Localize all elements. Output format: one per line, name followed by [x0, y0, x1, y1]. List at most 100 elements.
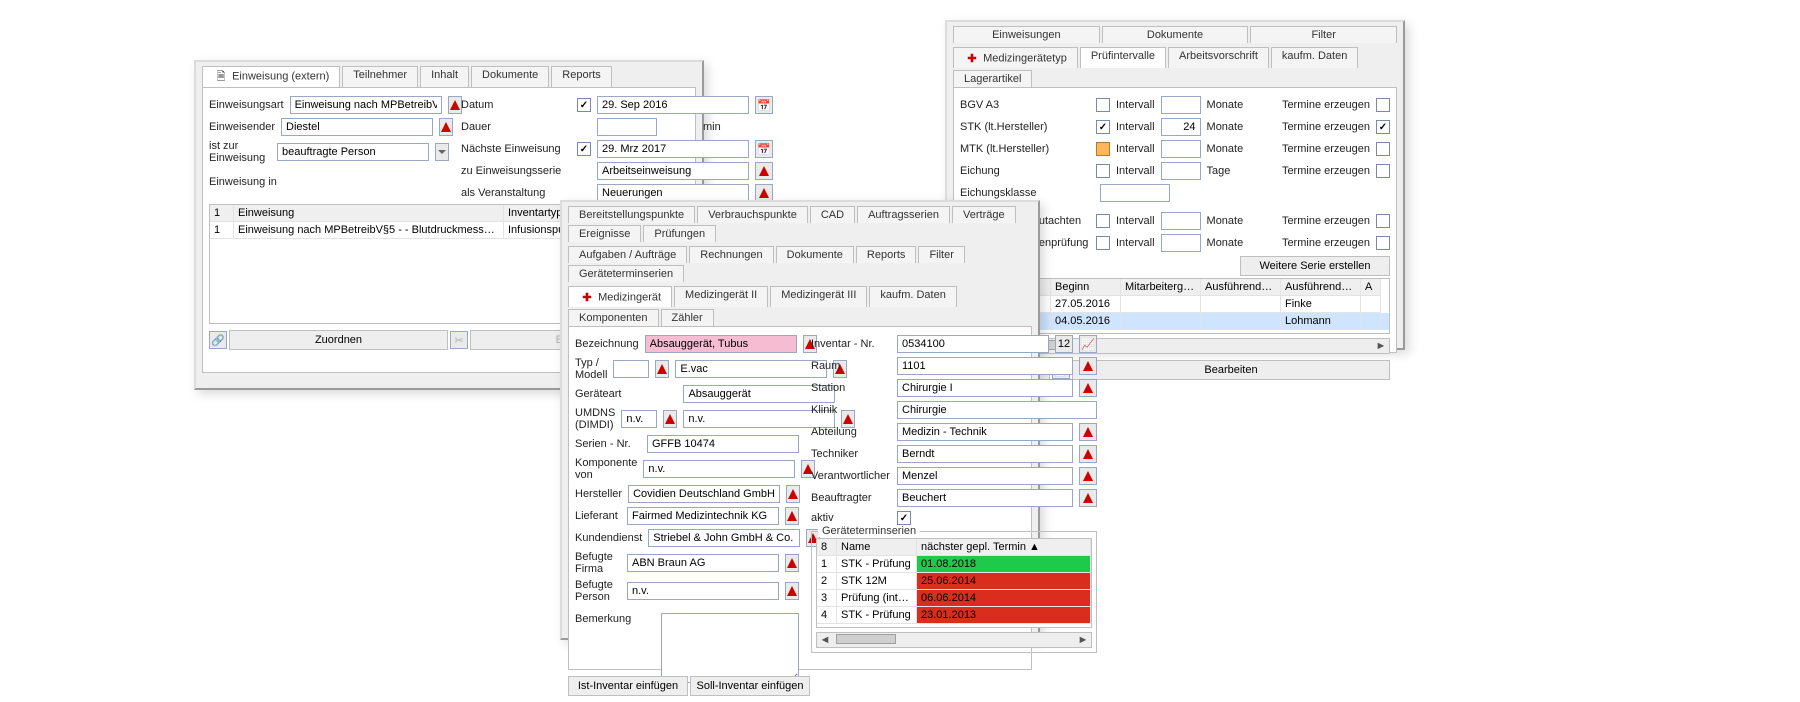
th-term-name[interactable]: Name: [837, 539, 917, 556]
raum-input[interactable]: [897, 357, 1073, 375]
tab-medtyp[interactable]: ✚ Medizingerätetyp: [953, 47, 1078, 68]
table-cell[interactable]: 27.05.2016: [1051, 296, 1121, 313]
klinik-input[interactable]: [897, 401, 1097, 419]
naechste-input[interactable]: [597, 140, 749, 158]
link-icon[interactable]: 🔗: [209, 331, 227, 349]
eichungs klasse-input[interactable]: [1100, 184, 1170, 202]
table-cell[interactable]: 06.06.2014: [917, 590, 1091, 607]
tab-kaufm2[interactable]: kaufm. Daten: [869, 286, 956, 307]
herst-lookup[interactable]: [786, 485, 800, 503]
intervall-input[interactable]: [1161, 140, 1201, 158]
interval-checkbox[interactable]: [1096, 142, 1110, 156]
datum-calendar[interactable]: 📅: [755, 96, 773, 114]
th-idx[interactable]: 1: [210, 205, 234, 222]
abt-input[interactable]: [897, 423, 1073, 441]
verantw-lookup[interactable]: [1079, 467, 1097, 485]
term-checkbox[interactable]: [1376, 164, 1390, 178]
term-checkbox[interactable]: [1376, 142, 1390, 156]
tab-rep-p2[interactable]: Reports: [856, 246, 917, 263]
inv-tag[interactable]: 12: [1055, 335, 1073, 353]
herst-input[interactable]: [628, 485, 780, 503]
umdns-input-1[interactable]: [621, 410, 657, 428]
table-cell[interactable]: Lohmann: [1281, 313, 1361, 330]
tab-filter-p3[interactable]: Filter: [1250, 26, 1397, 43]
table-cell[interactable]: [1201, 296, 1281, 313]
th-col[interactable]: Ausführender …: [1281, 279, 1361, 296]
tab-lager[interactable]: Lagerartikel: [953, 70, 1032, 87]
table-cell[interactable]: [1121, 313, 1201, 330]
table-cell[interactable]: [1121, 296, 1201, 313]
table-cell[interactable]: 01.08.2018: [917, 556, 1091, 573]
zuordnen-button[interactable]: Zuordnen: [229, 330, 448, 350]
tab-doku-p2[interactable]: Dokumente: [776, 246, 854, 263]
term-h-scrollbar[interactable]: ◄ ►: [816, 632, 1092, 648]
th-term-idx[interactable]: 8: [817, 539, 837, 556]
tab-ereignisse[interactable]: Ereignisse: [568, 225, 641, 242]
intervall-input[interactable]: [1161, 162, 1201, 180]
istzur-input[interactable]: [277, 143, 429, 161]
serien-input[interactable]: [647, 435, 799, 453]
tab-med3[interactable]: Medizingerät III: [770, 286, 867, 307]
einweisender-lookup[interactable]: [439, 118, 453, 136]
einweisender-input[interactable]: [281, 118, 433, 136]
term-checkbox[interactable]: [1376, 120, 1390, 134]
inv-action-icon[interactable]: 📈: [1079, 335, 1097, 353]
datum-checkbox[interactable]: [577, 98, 591, 112]
tab-arbeit[interactable]: Arbeitsvorschrift: [1168, 47, 1269, 68]
tab-auftragss[interactable]: Auftragsserien: [857, 206, 950, 223]
beauf-input[interactable]: [897, 489, 1073, 507]
abt-lookup[interactable]: [1079, 423, 1097, 441]
inv-input[interactable]: [897, 335, 1049, 353]
tab-pruef[interactable]: Prüfintervalle: [1080, 47, 1166, 68]
bpers-input[interactable]: [627, 582, 779, 600]
table-cell[interactable]: [1201, 313, 1281, 330]
scroll-thumb[interactable]: [836, 634, 896, 644]
station-input[interactable]: [897, 379, 1073, 397]
datum-input[interactable]: [597, 96, 749, 114]
tech-input[interactable]: [897, 445, 1073, 463]
scroll-right-icon[interactable]: ►: [1373, 339, 1389, 353]
bezeichnung-input[interactable]: [645, 335, 797, 353]
th-col[interactable]: Beginn: [1051, 279, 1121, 296]
tab-kaufm[interactable]: kaufm. Daten: [1271, 47, 1358, 68]
tab-zaehler[interactable]: Zähler: [661, 309, 714, 326]
table-cell[interactable]: 04.05.2016: [1051, 313, 1121, 330]
td-idx[interactable]: 1: [210, 222, 234, 239]
intervall-input[interactable]: [1161, 96, 1201, 114]
td-einw[interactable]: Einweisung nach MPBetreibV§5 - - Blutdru…: [234, 222, 504, 239]
bpers-lookup[interactable]: [785, 582, 799, 600]
th-col[interactable]: Mitarbeitergru…: [1121, 279, 1201, 296]
soll-inventar-button[interactable]: Soll-Inventar einfügen: [690, 676, 810, 696]
bearbeiten-button[interactable]: Bearbeiten: [1072, 360, 1390, 380]
bfirma-lookup[interactable]: [785, 554, 799, 572]
tab-bereitpunkte[interactable]: Bereitstellungspunkte: [568, 206, 695, 223]
interval-checkbox[interactable]: [1096, 98, 1110, 112]
table-cell[interactable]: STK - Prüfung: [837, 556, 917, 573]
typ-input-1[interactable]: [613, 360, 649, 378]
table-cell[interactable]: [1361, 296, 1381, 313]
th-term-date[interactable]: nächster gepl. Termin ▲: [917, 539, 1091, 556]
typ1-lookup[interactable]: [655, 360, 669, 378]
bfirma-input[interactable]: [627, 554, 779, 572]
lief-input[interactable]: [627, 507, 779, 525]
scroll-left-icon[interactable]: ◄: [817, 633, 833, 647]
dauer-input[interactable]: [597, 118, 657, 136]
komp-input[interactable]: [643, 460, 795, 478]
beauf-lookup[interactable]: [1079, 489, 1097, 507]
tech-lookup[interactable]: [1079, 445, 1097, 463]
serie-input[interactable]: [597, 162, 749, 180]
tab-einweisungen[interactable]: Einweisungen: [953, 26, 1100, 43]
table-cell[interactable]: 23.01.2013: [917, 607, 1091, 624]
tab-medgeraet[interactable]: ✚ Medizingerät: [568, 286, 672, 307]
typ-input-2[interactable]: [675, 360, 827, 378]
tab-dokumente-p3[interactable]: Dokumente: [1102, 26, 1249, 43]
unlink-icon[interactable]: ✂: [450, 331, 468, 349]
table-cell[interactable]: STK 12M: [837, 573, 917, 590]
term-table[interactable]: 8 Name nächster gepl. Termin ▲ 1 STK - P…: [816, 538, 1092, 628]
einweisungsart-lookup[interactable]: [448, 96, 462, 114]
tab-med2[interactable]: Medizingerät II: [674, 286, 768, 307]
bemerkung-input[interactable]: [661, 613, 799, 683]
verantw-input[interactable]: [897, 467, 1073, 485]
tab-verbrpunkte[interactable]: Verbrauchspunkte: [697, 206, 808, 223]
table-cell[interactable]: 1: [817, 556, 837, 573]
